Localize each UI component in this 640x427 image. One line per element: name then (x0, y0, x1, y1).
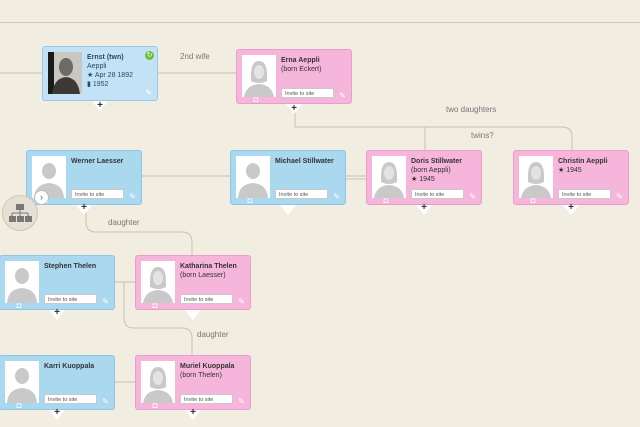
add-relative-button[interactable]: + (566, 203, 576, 213)
edit-icon[interactable]: ✎ (144, 88, 153, 97)
male-silhouette-icon (236, 156, 270, 198)
male-silhouette-icon (5, 361, 39, 403)
camera-icon[interactable]: ◘ (250, 96, 262, 104)
person-name: Christin Aeppli (558, 158, 608, 165)
person-name: Karri Kuoppala (44, 363, 95, 370)
female-silhouette-icon (519, 156, 553, 198)
death-date: ▮ 1952 (87, 81, 109, 88)
person-card-muriel[interactable]: ◘ Muriel Kuoppala (born Thelen) Invite t… (135, 355, 251, 410)
birth-date: ★ Apr 28 1892 (87, 72, 133, 79)
person-maiden-name: (born Aeppli) (411, 167, 451, 174)
camera-icon[interactable]: ◘ (149, 302, 161, 310)
person-card-doris[interactable]: ◘ Doris Stillwater (born Aeppli) ★ 1945 … (366, 150, 482, 205)
edit-icon[interactable]: ✎ (237, 297, 246, 306)
person-card-karri[interactable]: ◘ Karri Kuoppala Invite to site ✎ (0, 355, 115, 410)
camera-icon[interactable]: ◘ (244, 197, 256, 205)
chevron-right-icon[interactable]: › (34, 190, 49, 205)
invite-button[interactable]: Invite to site (44, 294, 97, 304)
person-name: Werner Laesser (71, 158, 124, 165)
camera-icon[interactable]: ◘ (149, 402, 161, 410)
add-relative-button[interactable]: + (419, 203, 429, 213)
invite-button[interactable]: Invite to site (180, 394, 233, 404)
star-icon: ★ (411, 176, 418, 183)
person-name: Ernst (twn) (87, 54, 124, 61)
person-name: Erna Aeppli (281, 57, 320, 64)
star-icon: ★ (558, 167, 565, 174)
birth-date: ★ 1945 (411, 176, 435, 183)
label-twins: twins? (471, 131, 494, 140)
person-surname: Aeppli (87, 63, 107, 70)
invite-button[interactable]: Invite to site (558, 189, 611, 199)
person-name: Katharina Thelen (180, 263, 237, 270)
person-name: Stephen Thelen (44, 263, 97, 270)
birth-date: ★ 1945 (558, 167, 582, 174)
person-photo (48, 52, 82, 94)
add-relative-button[interactable]: + (52, 308, 62, 318)
person-card-stephen[interactable]: ◘ Stephen Thelen Invite to site ✎ (0, 255, 115, 310)
person-card-katharina[interactable]: ◘ Katharina Thelen (born Laesser) Invite… (135, 255, 251, 310)
invite-button[interactable]: Invite to site (44, 394, 97, 404)
refresh-icon[interactable]: ↻ (145, 51, 154, 60)
camera-icon[interactable]: ◘ (527, 197, 539, 205)
edit-icon[interactable]: ✎ (128, 192, 137, 201)
person-card-michael[interactable]: ◘ Michael Stillwater Invite to site ✎ (230, 150, 346, 205)
edit-icon[interactable]: ✎ (101, 397, 110, 406)
edit-icon[interactable]: ✎ (468, 192, 477, 201)
add-relative-button[interactable]: + (52, 408, 62, 418)
person-maiden-name: (born Laesser) (180, 272, 226, 279)
family-tree-nav-button[interactable] (2, 195, 38, 231)
invite-button[interactable]: Invite to site (275, 189, 328, 199)
person-maiden-name: (born Eckert) (281, 66, 322, 73)
camera-icon[interactable]: ◘ (13, 402, 25, 410)
edit-icon[interactable]: ✎ (615, 192, 624, 201)
male-silhouette-icon (5, 261, 39, 303)
invite-button[interactable]: Invite to site (180, 294, 233, 304)
label-daughter: daughter (197, 330, 229, 339)
invite-button[interactable]: Invite to site (411, 189, 464, 199)
camera-icon[interactable]: ◘ (380, 197, 392, 205)
female-silhouette-icon (141, 361, 175, 403)
camera-icon[interactable]: ◘ (13, 302, 25, 310)
invite-button[interactable]: Invite to site (281, 88, 334, 98)
female-silhouette-icon (372, 156, 406, 198)
family-tree-icon (9, 204, 32, 222)
death-icon: ▮ (87, 81, 91, 88)
add-relative-button[interactable]: + (188, 408, 198, 418)
person-name: Doris Stillwater (411, 158, 462, 165)
edit-icon[interactable]: ✎ (237, 397, 246, 406)
label-two-daughters: two daughters (446, 105, 497, 114)
person-maiden-name: (born Thelen) (180, 372, 222, 379)
person-name: Michael Stillwater (275, 158, 334, 165)
person-name: Muriel Kuoppala (180, 363, 235, 370)
person-card-christin[interactable]: ◘ Christin Aeppli ★ 1945 Invite to site … (513, 150, 629, 205)
add-relative-button[interactable]: + (79, 203, 89, 213)
add-relative-button[interactable]: + (289, 104, 299, 114)
person-card-ernst[interactable]: ↻ Ernst (twn) Aeppli ★ Apr 28 1892 ▮ 195… (42, 46, 158, 101)
female-silhouette-icon (141, 261, 175, 303)
person-card-erna[interactable]: ◘ Erna Aeppli (born Eckert) Invite to si… (236, 49, 352, 104)
star-icon: ★ (87, 72, 94, 79)
label-second-wife: 2nd wife (180, 52, 210, 61)
edit-icon[interactable]: ✎ (332, 192, 341, 201)
female-silhouette-icon (242, 55, 276, 97)
add-relative-button[interactable]: + (95, 101, 105, 111)
label-daughter: daughter (108, 218, 140, 227)
edit-icon[interactable]: ✎ (338, 91, 347, 100)
edit-icon[interactable]: ✎ (101, 297, 110, 306)
invite-button[interactable]: Invite to site (71, 189, 124, 199)
